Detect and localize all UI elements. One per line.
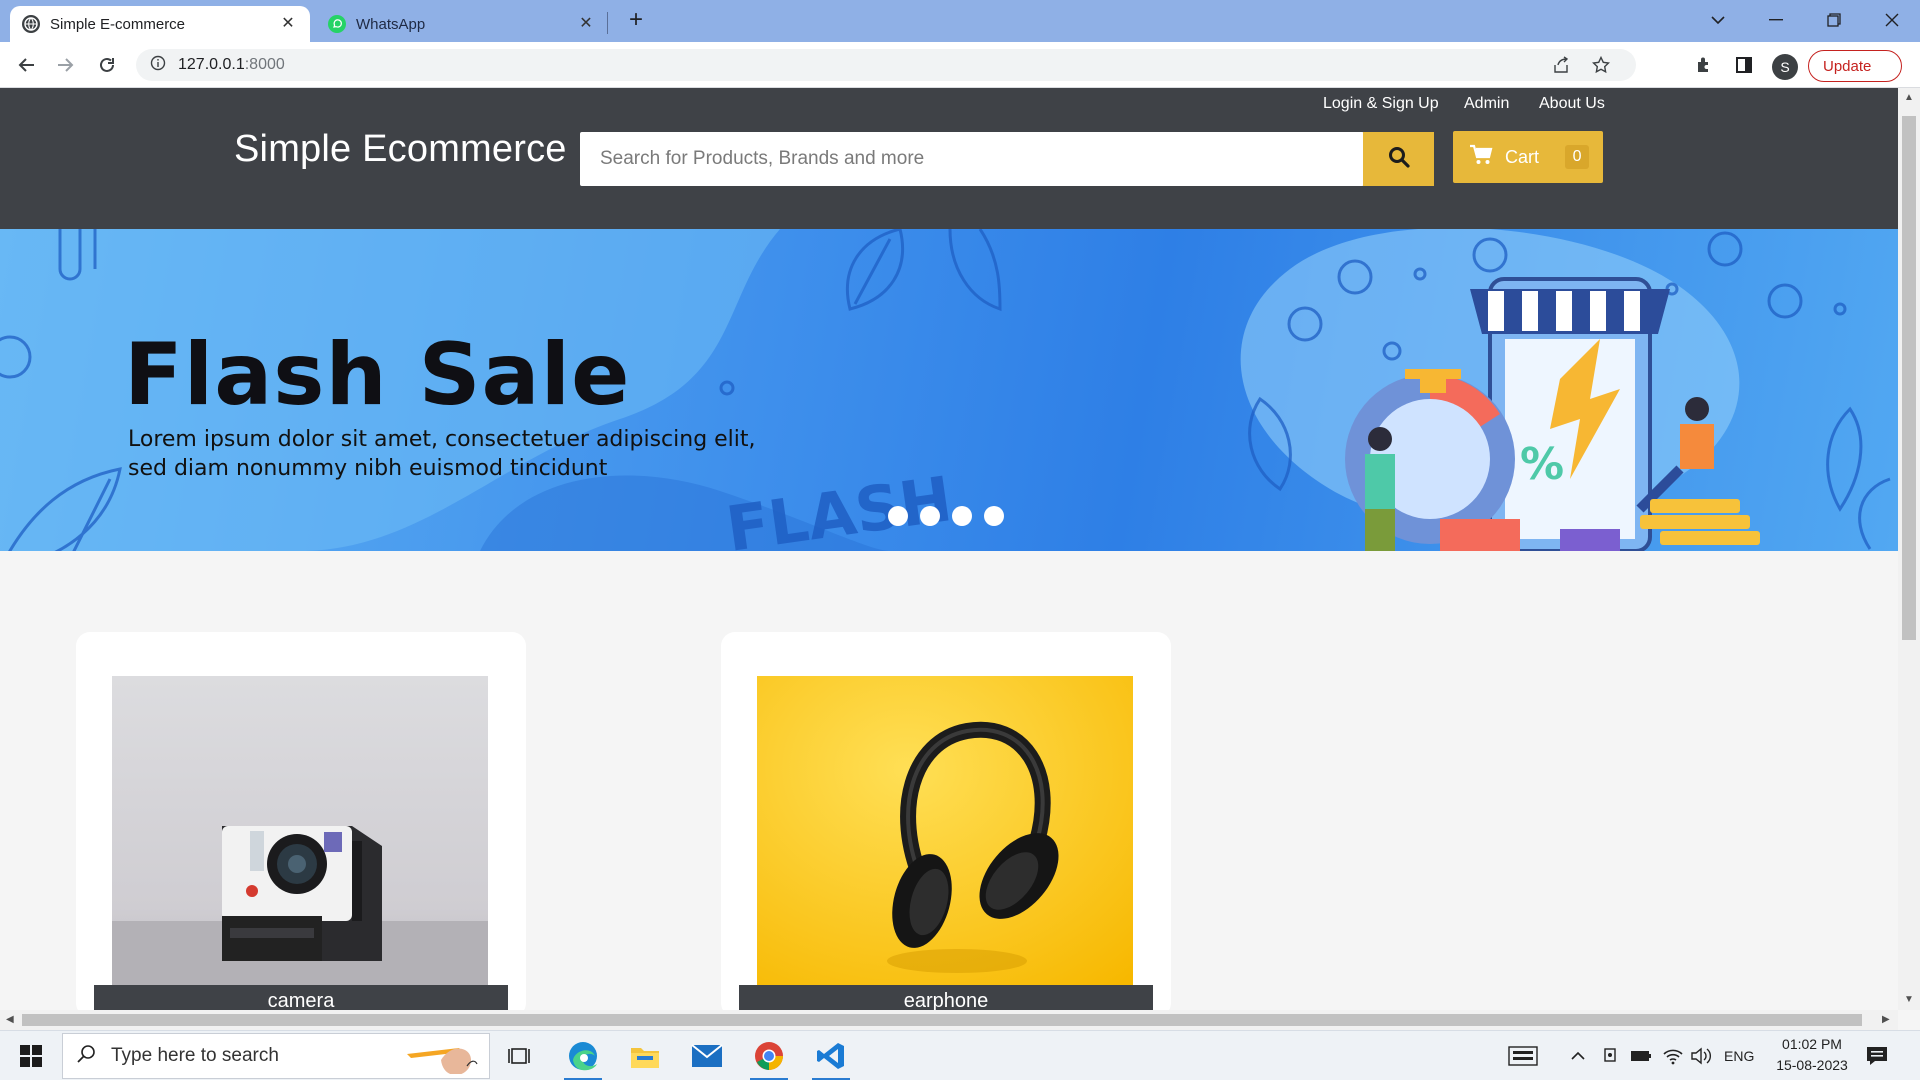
share-icon[interactable]: [1552, 56, 1570, 79]
login-signup-link[interactable]: Login & Sign Up: [1323, 95, 1439, 113]
close-tab-icon[interactable]: ✕: [576, 14, 596, 34]
cart-label: Cart: [1505, 146, 1540, 167]
url-host: 127.0.0.1: [178, 56, 245, 73]
browser-tab-strip: Simple E-commerce ✕ WhatsApp ✕ +: [0, 0, 1920, 42]
edge-browser-icon[interactable]: [558, 1036, 608, 1080]
address-bar[interactable]: 127.0.0.1:8000: [136, 49, 1636, 81]
back-button[interactable]: [10, 49, 42, 81]
system-clock[interactable]: 01:02 PM 15-08-2023: [1762, 1034, 1862, 1076]
tab-simple-ecommerce[interactable]: Simple E-commerce ✕: [10, 6, 310, 42]
globe-icon: [22, 15, 40, 33]
mail-icon[interactable]: [682, 1036, 732, 1076]
url-port: :8000: [244, 56, 285, 73]
close-window-button[interactable]: [1864, 0, 1920, 40]
windows-taskbar: Type here to search ENG 01:02 PM 15-08-2…: [0, 1030, 1920, 1080]
site-brand[interactable]: Simple Ecommerce: [234, 128, 567, 171]
restore-button[interactable]: [1806, 0, 1862, 40]
scroll-down-icon[interactable]: ▼: [1904, 994, 1914, 1005]
vertical-scrollbar[interactable]: ▲ ▼: [1898, 88, 1920, 1010]
volume-icon[interactable]: [1690, 1031, 1712, 1080]
product-card[interactable]: camera: [76, 632, 526, 1017]
scroll-left-icon[interactable]: ◀: [6, 1014, 14, 1025]
taskbar-search-placeholder: Type here to search: [111, 1045, 279, 1066]
cart-button[interactable]: Cart 0: [1453, 131, 1603, 183]
wifi-icon[interactable]: [1662, 1031, 1684, 1080]
extensions-icon[interactable]: [1688, 49, 1720, 81]
bookmark-star-icon[interactable]: [1591, 55, 1611, 79]
profile-avatar[interactable]: S: [1772, 54, 1798, 80]
site-header: Login & Sign Up Admin About Us Simple Ec…: [0, 88, 1898, 229]
cart-count-badge: 0: [1565, 145, 1590, 169]
product-image-earphone[interactable]: [757, 676, 1133, 986]
carousel-dot[interactable]: [888, 506, 908, 526]
language-indicator[interactable]: ENG: [1724, 1031, 1754, 1080]
update-label: Update: [1823, 57, 1872, 75]
reload-button[interactable]: [91, 49, 123, 81]
search-box: [580, 132, 1364, 186]
vscode-icon[interactable]: [806, 1036, 856, 1080]
file-explorer-icon[interactable]: [620, 1036, 670, 1076]
url-text: 127.0.0.1:8000: [178, 56, 285, 74]
tab-search-icon[interactable]: [1690, 0, 1746, 40]
flash-sale-banner[interactable]: FLASH % Flash Sale Lorem ipsum dolor sit…: [0, 229, 1898, 551]
update-button[interactable]: Update ⋮: [1808, 50, 1902, 82]
scroll-right-icon[interactable]: ▶: [1882, 1014, 1890, 1025]
product-card[interactable]: earphone: [721, 632, 1171, 1017]
battery-icon[interactable]: [1630, 1031, 1652, 1080]
taskbar-search-box[interactable]: Type here to search: [62, 1033, 490, 1079]
banner-headline: Flash Sale: [124, 325, 631, 425]
search-input[interactable]: [580, 132, 1364, 186]
carousel-dot[interactable]: [984, 506, 1004, 526]
whatsapp-icon: [328, 15, 346, 33]
meet-now-icon[interactable]: [1602, 1031, 1620, 1080]
vertical-scroll-thumb[interactable]: [1902, 116, 1916, 640]
banner-description: Lorem ipsum dolor sit amet, consectetuer…: [128, 427, 756, 481]
chrome-icon[interactable]: [744, 1036, 794, 1080]
screen: Simple E-commerce ✕ WhatsApp ✕ + 127.0.0…: [0, 0, 1920, 1080]
chevron-up-icon[interactable]: [1570, 1031, 1586, 1080]
scroll-up-icon[interactable]: ▲: [1904, 92, 1914, 103]
search-button[interactable]: [1363, 132, 1434, 186]
task-view-icon[interactable]: [494, 1036, 544, 1076]
clock-date: 15-08-2023: [1776, 1057, 1848, 1073]
new-tab-button[interactable]: +: [624, 8, 648, 34]
product-image-camera[interactable]: [112, 676, 488, 986]
close-tab-icon[interactable]: ✕: [278, 14, 298, 34]
cart-icon: [1469, 144, 1493, 171]
notifications-icon[interactable]: [1866, 1031, 1888, 1080]
search-icon: [77, 1044, 97, 1069]
carousel-indicators: [888, 506, 1004, 526]
search-icon: [1388, 146, 1410, 173]
side-panel-icon[interactable]: [1728, 49, 1760, 81]
carousel-dot[interactable]: [920, 506, 940, 526]
horizontal-scrollbar[interactable]: ◀ ▶: [0, 1010, 1898, 1030]
info-icon[interactable]: [150, 55, 166, 76]
keyboard-icon[interactable]: [1508, 1031, 1538, 1080]
tab-divider: [607, 12, 608, 34]
carousel-dot[interactable]: [952, 506, 972, 526]
clock-time: 01:02 PM: [1782, 1036, 1842, 1052]
admin-link[interactable]: Admin: [1464, 95, 1509, 113]
search-highlight-illustration-icon: [401, 1040, 481, 1079]
horizontal-scroll-thumb[interactable]: [22, 1014, 1862, 1026]
about-us-link[interactable]: About Us: [1539, 95, 1605, 113]
tab-title: Simple E-commerce: [50, 15, 186, 33]
svg-text:%: %: [1520, 439, 1564, 490]
browser-toolbar: 127.0.0.1:8000 S Update ⋮: [0, 42, 1920, 88]
forward-button[interactable]: [50, 49, 82, 81]
tab-whatsapp[interactable]: WhatsApp ✕: [316, 6, 608, 42]
tab-title: WhatsApp: [356, 15, 426, 33]
minimize-button[interactable]: [1748, 0, 1804, 40]
windows-start-icon[interactable]: [6, 1036, 56, 1076]
